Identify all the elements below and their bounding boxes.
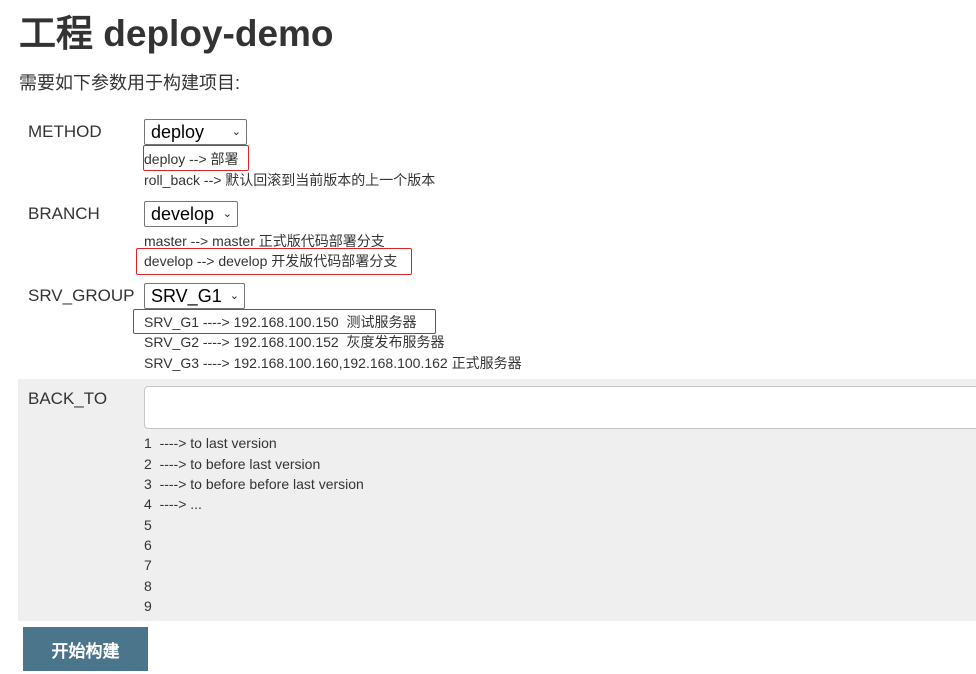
back-to-input[interactable] [144,386,976,429]
back-to-desc-0: 1 ----> to last version [144,435,277,451]
back-to-desc-5: 6 [144,537,152,553]
back-to-desc-4: 5 [144,517,152,533]
back-to-desc-8: 9 [144,598,152,614]
method-desc-1: roll_back --> 默认回滚到当前版本的上一个版本 [144,172,436,188]
page-title: 工程 deploy-demo [19,13,334,54]
chevron-down-icon: ⌄ [231,126,241,138]
method-select[interactable]: deploy ⌄ [144,119,247,145]
highlight-box [133,309,436,334]
branch-select[interactable]: develop ⌄ [144,201,238,227]
param-name-back-to: BACK_TO [28,389,108,408]
back-to-desc-1: 2 ----> to before last version [144,456,321,472]
branch-select-value: develop [151,204,215,224]
chevron-down-icon: ⌄ [229,290,239,302]
srv-group-desc-2: SRV_G3 ----> 192.168.100.160,192.168.100… [144,355,522,371]
highlight-box [143,145,249,171]
page-subtitle: 需要如下参数用于构建项目: [19,73,240,93]
back-to-desc-6: 7 [144,557,152,573]
chevron-down-icon: ⌄ [222,208,232,220]
param-name-srv-group: SRV_GROUP [28,286,135,305]
back-to-desc-7: 8 [144,578,152,594]
param-name-branch: BRANCH [28,204,100,223]
back-to-desc-3: 4 ----> ... [144,496,202,512]
param-name-method: METHOD [28,122,102,141]
highlight-box [136,248,412,275]
srv-group-select-value: SRV_G1 [151,286,222,306]
srv-group-desc-1: SRV_G2 ----> 192.168.100.152 灰度发布服务器 [144,334,445,350]
start-build-button[interactable]: 开始构建 [23,627,148,671]
back-to-desc-2: 3 ----> to before before last version [144,476,364,492]
srv-group-select[interactable]: SRV_G1 ⌄ [144,283,245,309]
method-select-value: deploy [151,122,205,142]
